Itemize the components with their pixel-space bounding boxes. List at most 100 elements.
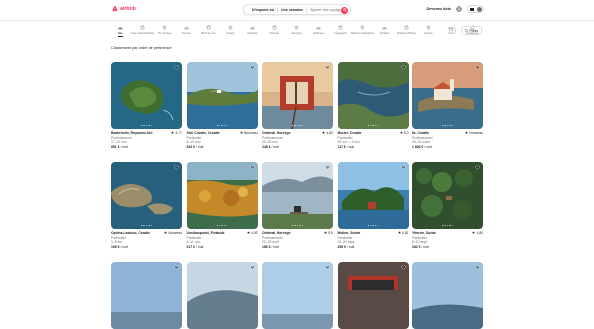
category-label: Cabanes (247, 31, 258, 35)
listing-card[interactable] (262, 262, 333, 329)
listing-photo[interactable] (412, 162, 483, 229)
tab-category[interactable]: Arctique (375, 25, 394, 39)
design-icon (228, 25, 233, 30)
photo-pager (187, 224, 258, 226)
listing-photo[interactable] (262, 262, 333, 329)
photo-pager (338, 124, 409, 126)
airbnb-icon (112, 5, 118, 12)
user-menu-button[interactable] (467, 5, 484, 13)
tab-category[interactable]: Campagne (331, 25, 350, 39)
star-icon (240, 131, 243, 135)
filter-icon (465, 29, 468, 32)
listing-card[interactable] (186, 262, 258, 329)
heart-icon[interactable] (475, 265, 480, 270)
view-icon (140, 25, 145, 30)
heart-icon[interactable] (325, 265, 330, 270)
listing-card[interactable]: Murter, Croatie 5,0 Particulier 20 oct. – … (337, 62, 409, 149)
heart-icon[interactable] (475, 165, 480, 170)
listing-photo[interactable] (111, 262, 182, 329)
photo-pager (262, 224, 333, 226)
listing-image (111, 262, 182, 329)
filters-button[interactable]: Filtres (461, 26, 482, 35)
listing-card[interactable] (111, 262, 182, 329)
tab-category[interactable]: Vues extraordinaires (130, 25, 155, 39)
category-label: Tiny houses (157, 31, 172, 35)
tab-category[interactable]: Iles (111, 25, 130, 39)
cave-icon (360, 25, 365, 30)
globe-icon[interactable] (456, 6, 462, 12)
tab-category[interactable]: Cabanes (243, 25, 262, 39)
heart-icon[interactable] (174, 65, 179, 70)
bnb-icon (404, 25, 409, 30)
listing-card[interactable]: Iiz, Croatie Nouveau Professionnel 26–31 m… (412, 62, 483, 149)
price-unit: / nuit (346, 144, 355, 149)
filters-label: Filtres (469, 28, 479, 33)
listing-card[interactable]: Odderøl, Norvège 4,82 Professionnel 20–25 … (262, 62, 333, 149)
tab-category[interactable]: Tiny houses (155, 25, 174, 39)
listing-photo[interactable] (186, 162, 258, 229)
listing-rating: Nouveau (240, 131, 258, 136)
listing-photo[interactable] (262, 162, 333, 229)
listing-photo[interactable] (186, 262, 258, 329)
search-button[interactable] (341, 6, 348, 14)
category-label: Fermes (182, 31, 191, 35)
listing-image (262, 262, 333, 329)
heart-icon[interactable] (174, 165, 179, 170)
listing-card[interactable]: Uusikaupunki, Finlande 4,92 Particulier 6–… (186, 162, 258, 250)
become-host-link[interactable]: Devenez hôte (427, 7, 451, 11)
heart-icon[interactable] (475, 65, 480, 70)
listing-photo[interactable] (262, 62, 333, 129)
heart-icon[interactable] (400, 65, 406, 70)
heart-icon[interactable] (400, 165, 406, 170)
listing-card[interactable] (337, 262, 409, 329)
rating-value: 4,77 (175, 131, 182, 135)
beach-icon (206, 25, 211, 30)
heart-icon[interactable] (325, 165, 330, 170)
listing-price-line: 217 € / nuit (187, 245, 258, 250)
dome-icon (426, 25, 431, 30)
photo-pager (111, 224, 182, 226)
listing-photo[interactable] (111, 62, 182, 129)
listing-photo[interactable] (337, 262, 409, 329)
search-when[interactable]: Une semaine (278, 8, 306, 12)
heart-icon[interactable] (249, 265, 255, 270)
listing-card[interactable]: Odderøl, Norvège 5,0 Professionnel 22–29 a… (262, 162, 333, 249)
listing-image (337, 262, 409, 329)
heart-icon[interactable] (174, 265, 179, 270)
listing-photo[interactable] (337, 62, 409, 129)
listing-photo[interactable] (412, 62, 483, 129)
listing-card[interactable]: Sali, Croatie, Croatie Nouveau Particulie… (186, 62, 258, 149)
heart-icon[interactable] (249, 165, 255, 170)
tab-category[interactable]: Châteaux (309, 25, 328, 39)
tab-category[interactable]: Domes (419, 25, 438, 39)
listing-price-line: 1 800 € / nuit (412, 145, 483, 150)
listing-photo[interactable] (111, 162, 182, 229)
listing-photo[interactable] (412, 262, 483, 329)
heart-icon[interactable] (325, 65, 330, 70)
tab-category[interactable]: Camping (287, 25, 306, 39)
heart-icon[interactable] (249, 65, 255, 70)
tab-category[interactable]: Maisons d'hôtes (397, 25, 416, 39)
tiny-house-icon (162, 25, 167, 30)
categories-next-button[interactable] (449, 27, 456, 34)
listing-card[interactable] (412, 262, 483, 329)
tab-category[interactable]: Maisons troglodytes (351, 25, 374, 39)
search-bar[interactable]: N'importe où Une semaine Ajouter des voy… (243, 4, 351, 15)
listing-photo[interactable] (337, 162, 409, 229)
airbnb-logo[interactable]: airbnb (112, 5, 136, 12)
search-where[interactable]: N'importe où (249, 8, 277, 12)
listing-price: 851 € (111, 144, 120, 149)
tab-category[interactable]: Design (221, 25, 240, 39)
category-label: Vues extraordinaires (130, 31, 155, 35)
listing-photo[interactable] (186, 62, 258, 129)
heart-icon[interactable] (400, 265, 406, 270)
listing-card[interactable]: Mollen, Suède 4,81 Particulier 19–24 sept.… (337, 162, 409, 249)
listing-rating: Nouveau (465, 131, 483, 136)
listing-card[interactable]: Općina Lastovo, Croatie Nouveau Particuli… (111, 162, 182, 249)
tab-category[interactable]: Fermes (177, 25, 196, 39)
listing-card[interactable]: Ytterön, Suède 4,80 Particulier 5–10 sept.… (412, 162, 483, 249)
tab-category[interactable]: Bord de mer (199, 25, 218, 39)
tab-category[interactable]: Piscines (265, 25, 284, 39)
listing-price-line: 108 € / nuit (111, 245, 182, 250)
listing-card[interactable]: Baderholm, Royaume-Uni 4,77 Professionnel… (111, 62, 182, 149)
